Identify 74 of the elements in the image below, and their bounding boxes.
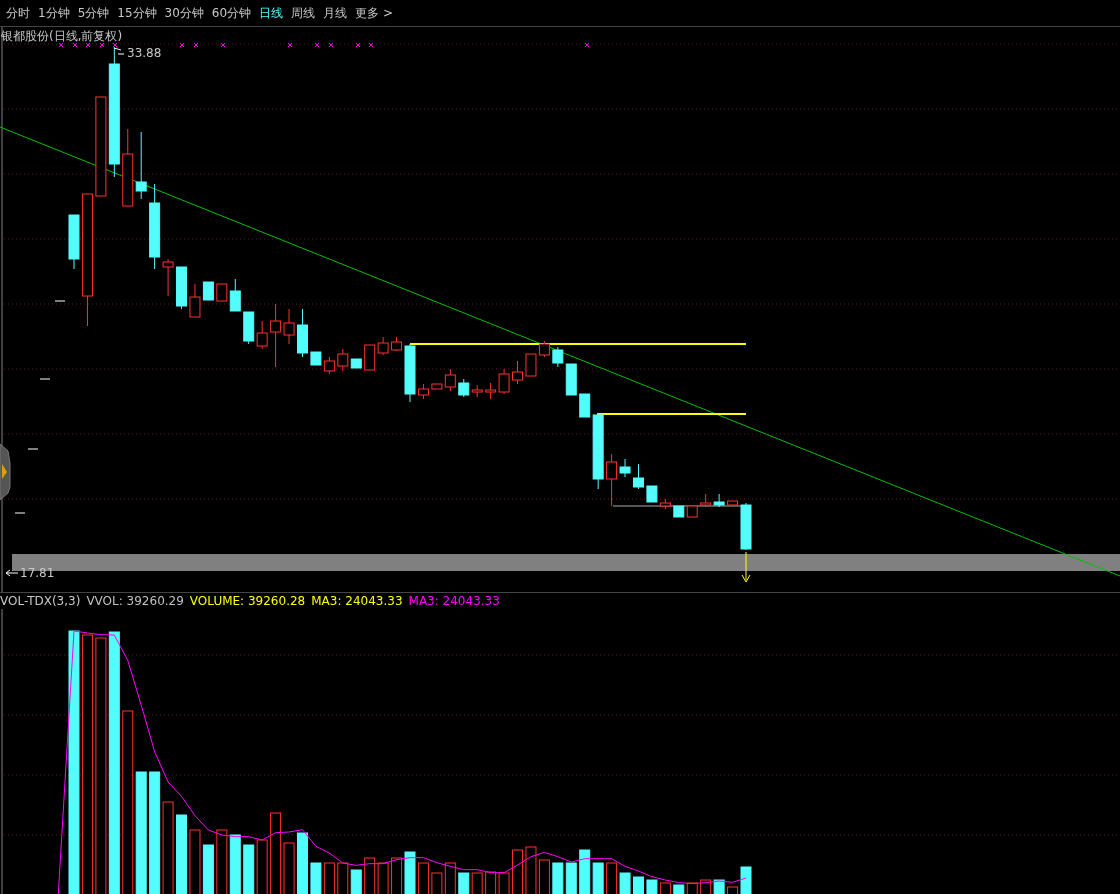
period-tab[interactable]: 1分钟 — [34, 4, 74, 22]
candlestick — [713, 493, 725, 508]
period-tab[interactable]: 15分钟 — [113, 4, 161, 22]
indicator-readout: VVOL: 39260.29 — [86, 594, 184, 609]
scroll-handle[interactable] — [0, 443, 11, 501]
candlestick — [135, 131, 147, 200]
period-tab[interactable]: 月线 — [319, 4, 352, 22]
indicator-readout: MA3: 24043.33 — [311, 594, 403, 609]
volume-bar — [565, 862, 577, 894]
signal-mark-icon — [112, 42, 118, 48]
candlestick — [310, 351, 322, 366]
low-pointer-icon — [5, 569, 19, 577]
period-tab[interactable]: 5分钟 — [73, 4, 114, 22]
candlestick — [176, 266, 187, 310]
volume-bar — [350, 869, 362, 894]
candlestick — [256, 320, 268, 350]
volume-bar — [633, 876, 644, 894]
signal-mark-icon — [179, 42, 185, 48]
signal-mark-icon — [368, 42, 374, 48]
candlestick — [297, 308, 308, 358]
candlestick — [633, 463, 644, 490]
volume-bar — [579, 849, 591, 894]
period-tab[interactable]: 30分钟 — [160, 4, 208, 22]
volume-bar — [673, 884, 685, 894]
signal-mark-icon — [99, 42, 105, 48]
signal-mark-icon — [72, 42, 78, 48]
candlestick — [525, 353, 537, 377]
high-price-label: 33.88 — [127, 46, 162, 61]
volume-bar — [243, 844, 255, 894]
volume-bar — [297, 832, 308, 894]
volume-bar — [229, 834, 241, 894]
signal-mark-icon — [355, 42, 361, 48]
period-tab[interactable]: 分时 — [2, 4, 34, 22]
volume-bar — [404, 851, 416, 894]
indicator-readout: VOLUME: 39260.28 — [189, 594, 306, 609]
period-tab[interactable]: 日线 — [255, 4, 288, 22]
period-tab[interactable]: 60分钟 — [207, 4, 256, 22]
high-pointer-icon — [113, 47, 125, 55]
volume-bar — [552, 862, 564, 894]
candlestick — [471, 384, 483, 398]
candlestick — [700, 493, 712, 508]
volume-bar — [646, 879, 658, 894]
indicator-name: VOL-TDX(3,3) — [0, 594, 81, 609]
candlestick — [538, 340, 550, 358]
signal-mark-icon — [58, 42, 64, 48]
volume-bar — [713, 879, 725, 894]
volume-bar — [310, 862, 322, 894]
volume-bar — [592, 862, 604, 894]
signal-mark-icon — [328, 42, 334, 48]
period-tab[interactable]: 周线 — [287, 4, 320, 22]
candlestick — [243, 311, 255, 345]
period-tab[interactable]: 更多 > — [351, 4, 397, 22]
price-tick — [27, 448, 39, 450]
price-tick — [39, 378, 51, 380]
signal-mark-icon — [85, 42, 91, 48]
candlestick — [377, 336, 389, 356]
signal-mark-icon — [314, 42, 320, 48]
signal-mark-icon — [287, 42, 293, 48]
candlestick — [686, 505, 698, 518]
candlestick — [512, 360, 523, 385]
signal-mark-icon — [193, 42, 199, 48]
candlestick — [673, 505, 685, 518]
volume-bar — [458, 872, 470, 894]
price-tick — [54, 300, 66, 302]
candlestick — [458, 378, 470, 398]
candlestick — [323, 356, 335, 375]
chart-title: 银都股份(日线,前复权) — [1, 29, 123, 44]
down-arrow-icon — [741, 551, 751, 583]
candlestick — [364, 344, 376, 371]
signal-mark-icon — [584, 42, 590, 48]
volume-bar — [202, 844, 214, 894]
price-tick — [14, 512, 26, 514]
signal-mark-icon — [220, 42, 226, 48]
indicator-readout: MA3: 24043.33 — [408, 594, 500, 609]
